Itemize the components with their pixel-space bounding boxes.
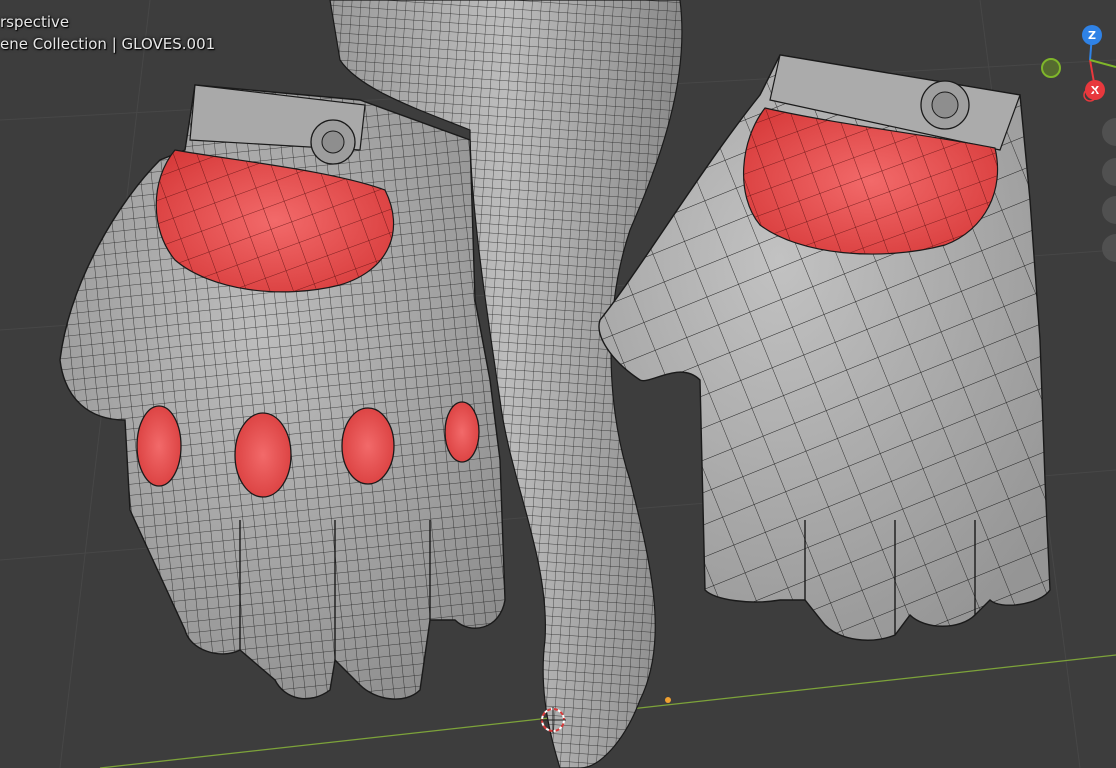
origin-point-icon[interactable] xyxy=(665,697,671,703)
viewport-scene[interactable] xyxy=(0,0,1116,768)
right-glove-mesh[interactable] xyxy=(598,54,1051,641)
left-glove-mesh[interactable] xyxy=(59,84,506,700)
left-knuckle-hole-4[interactable] xyxy=(444,401,480,463)
gizmo-z-label: Z xyxy=(1088,29,1096,42)
view-perspective-label: rspective xyxy=(0,13,70,31)
3d-viewport[interactable]: rspective ene Collection | GLOVES.001 Z … xyxy=(0,0,1116,768)
left-knuckle-hole-3[interactable] xyxy=(341,407,395,485)
gizmo-neg-y-axis[interactable] xyxy=(1041,58,1061,78)
left-knuckle-hole-2[interactable] xyxy=(234,412,292,498)
navigation-gizmo-icon[interactable]: Z X xyxy=(1030,20,1116,110)
left-knuckle-hole-1[interactable] xyxy=(136,405,182,487)
collection-object-label: ene Collection | GLOVES.001 xyxy=(0,35,216,53)
